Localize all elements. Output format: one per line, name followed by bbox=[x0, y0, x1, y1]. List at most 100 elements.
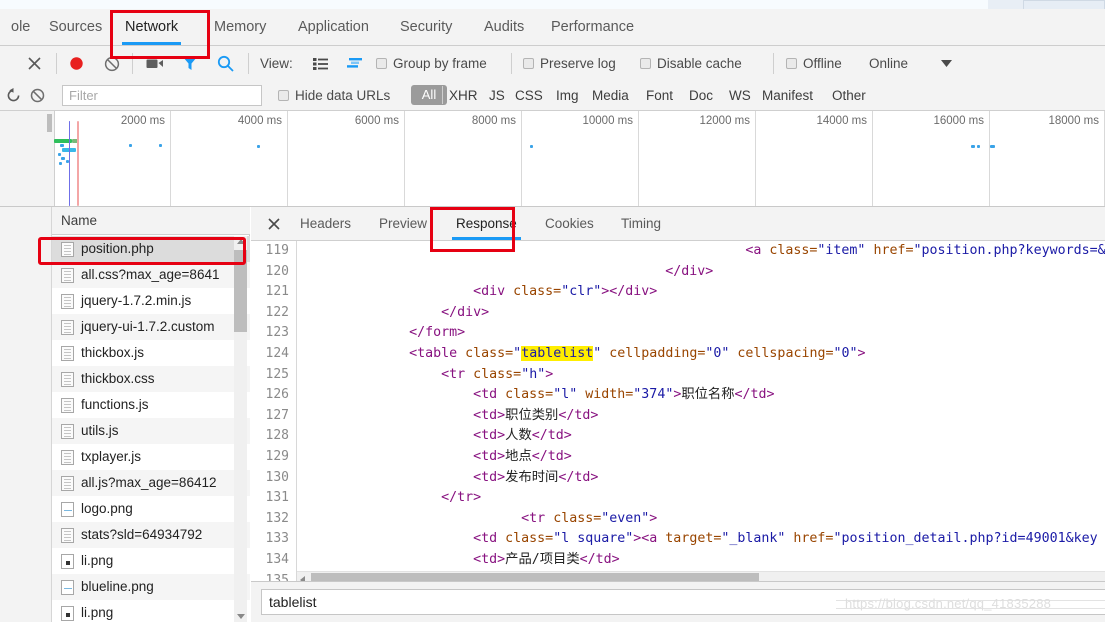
toolbar-divider-4 bbox=[511, 53, 512, 74]
list-item[interactable]: blueline.png bbox=[52, 574, 250, 600]
list-item[interactable]: functions.js bbox=[52, 392, 250, 418]
response-code-viewer[interactable]: 119 120 121 122 123 124 125 126 127 128 129 130 131 1… bbox=[251, 241, 1105, 587]
column-header-name[interactable]: Name bbox=[52, 207, 250, 235]
network-overview[interactable]: 2000 ms 4000 ms 6000 ms 8000 ms 10000 ms… bbox=[0, 111, 1105, 207]
hide-data-urls-checkbox[interactable]: Hide data URLs bbox=[278, 81, 390, 110]
overview-resize-grip[interactable] bbox=[47, 114, 52, 132]
overview-tick-cell: 2000 ms bbox=[54, 111, 171, 206]
browser-tab-active[interactable] bbox=[1023, 0, 1105, 9]
tab-sources[interactable]: Sources bbox=[38, 9, 113, 45]
tab-response-label: Response bbox=[456, 216, 517, 231]
offline-checkbox[interactable]: Offline bbox=[786, 46, 842, 81]
scroll-up-icon[interactable] bbox=[237, 239, 245, 244]
list-item[interactable]: li.png bbox=[52, 548, 250, 574]
overview-bar bbox=[257, 145, 260, 148]
code-content[interactable]: <a class="item" href="position.php?keywo… bbox=[297, 241, 1105, 587]
line-number: 120 bbox=[265, 263, 289, 279]
image-icon bbox=[61, 501, 74, 517]
list-item[interactable]: li.png bbox=[52, 600, 250, 622]
tab-application[interactable]: Application bbox=[287, 9, 380, 45]
group-by-frame-checkbox[interactable]: Group by frame bbox=[376, 46, 487, 81]
tab-active-underline bbox=[452, 237, 521, 240]
tab-preview[interactable]: Preview bbox=[368, 207, 438, 240]
list-item[interactable]: logo.png bbox=[52, 496, 250, 522]
line-number: 126 bbox=[265, 387, 289, 403]
tab-network[interactable]: Network bbox=[114, 9, 189, 45]
document-icon bbox=[61, 267, 74, 283]
list-item[interactable]: jquery-1.7.2.min.js bbox=[52, 288, 250, 314]
throttling-value[interactable]: Online bbox=[869, 46, 908, 81]
filter-type-manifest[interactable]: Manifest bbox=[762, 81, 813, 110]
image-icon bbox=[61, 579, 74, 595]
tab-console-partial[interactable]: ole bbox=[0, 9, 41, 45]
filter-type-font[interactable]: Font bbox=[646, 81, 673, 110]
list-item[interactable]: all.js?max_age=86412 bbox=[52, 470, 250, 496]
filter-type-media[interactable]: Media bbox=[592, 81, 629, 110]
request-name: position.php bbox=[81, 241, 154, 256]
search-icon[interactable] bbox=[210, 46, 240, 81]
filter-icon[interactable] bbox=[176, 46, 204, 81]
tab-memory[interactable]: Memory bbox=[203, 9, 277, 45]
document-icon bbox=[61, 423, 74, 439]
tab-response[interactable]: Response bbox=[445, 207, 528, 240]
list-item[interactable]: thickbox.js bbox=[52, 340, 250, 366]
list-item[interactable]: all.css?max_age=8641 bbox=[52, 262, 250, 288]
request-name: thickbox.js bbox=[81, 345, 145, 360]
code-line: <td class="l" width="374">职位名称</td> bbox=[473, 387, 775, 403]
overview-tick-label: 18000 ms bbox=[1048, 115, 1099, 127]
overview-bar bbox=[59, 162, 62, 165]
toolbar-divider-5 bbox=[773, 53, 774, 74]
filter-type-css[interactable]: CSS bbox=[515, 81, 543, 110]
request-name: txplayer.js bbox=[81, 449, 142, 464]
request-list-scrollbar[interactable] bbox=[234, 236, 247, 622]
tab-audits[interactable]: Audits bbox=[473, 9, 535, 45]
request-name: functions.js bbox=[81, 397, 149, 412]
close-icon[interactable] bbox=[261, 207, 287, 240]
list-item[interactable]: stats?sld=64934792 bbox=[52, 522, 250, 548]
line-number: 132 bbox=[265, 510, 289, 526]
tab-headers[interactable]: Headers bbox=[289, 207, 362, 240]
watermark-text: https://blog.csdn.net/qq_41835288 bbox=[845, 596, 1052, 611]
line-number: 131 bbox=[265, 490, 289, 506]
overview-tick-cell: 8000 ms bbox=[405, 111, 522, 206]
list-view-icon[interactable] bbox=[307, 46, 333, 81]
scroll-down-icon[interactable] bbox=[237, 614, 245, 619]
code-line: </div> bbox=[441, 304, 490, 320]
waterfall-view-icon[interactable] bbox=[340, 46, 368, 81]
filter-type-doc[interactable]: Doc bbox=[689, 81, 713, 110]
close-icon[interactable] bbox=[20, 46, 48, 81]
tab-security[interactable]: Security bbox=[389, 9, 463, 45]
list-item[interactable]: utils.js bbox=[52, 418, 250, 444]
request-name: utils.js bbox=[81, 423, 119, 438]
code-line: <td class="l square"><a target="_blank" … bbox=[473, 531, 1098, 547]
list-item[interactable]: position.php bbox=[52, 236, 250, 262]
request-name: thickbox.css bbox=[81, 371, 155, 386]
disable-cache-checkbox[interactable]: Disable cache bbox=[640, 46, 742, 81]
clear-filter-icon[interactable] bbox=[24, 81, 50, 110]
filter-type-xhr[interactable]: XHR bbox=[449, 81, 478, 110]
filter-type-js[interactable]: JS bbox=[489, 81, 505, 110]
document-icon bbox=[61, 345, 74, 361]
clear-icon[interactable] bbox=[98, 46, 126, 81]
overview-grid: 2000 ms 4000 ms 6000 ms 8000 ms 10000 ms… bbox=[54, 111, 1105, 206]
list-item[interactable]: txplayer.js bbox=[52, 444, 250, 470]
preserve-log-checkbox[interactable]: Preserve log bbox=[523, 46, 616, 81]
code-line: <table class="tablelist" cellpadding="0"… bbox=[409, 345, 866, 361]
overview-tick-label: 4000 ms bbox=[237, 115, 282, 127]
chevron-down-icon[interactable] bbox=[934, 46, 958, 81]
request-list-panel: Name position.php all.css?max_age=8641 j… bbox=[0, 207, 250, 622]
camera-icon[interactable] bbox=[140, 46, 170, 81]
tab-performance[interactable]: Performance bbox=[540, 9, 645, 45]
list-item[interactable]: jquery-ui-1.7.2.custom bbox=[52, 314, 250, 340]
filter-type-ws[interactable]: WS bbox=[729, 81, 751, 110]
search-input[interactable] bbox=[62, 85, 262, 106]
overview-bar bbox=[990, 145, 995, 148]
filter-type-img[interactable]: Img bbox=[556, 81, 579, 110]
reload-icon[interactable] bbox=[0, 81, 26, 110]
tab-timing[interactable]: Timing bbox=[610, 207, 672, 240]
tab-cookies[interactable]: Cookies bbox=[534, 207, 605, 240]
scrollbar-thumb[interactable] bbox=[234, 250, 247, 332]
list-item[interactable]: thickbox.css bbox=[52, 366, 250, 392]
record-icon[interactable] bbox=[62, 46, 90, 81]
filter-type-other[interactable]: Other bbox=[832, 81, 866, 110]
